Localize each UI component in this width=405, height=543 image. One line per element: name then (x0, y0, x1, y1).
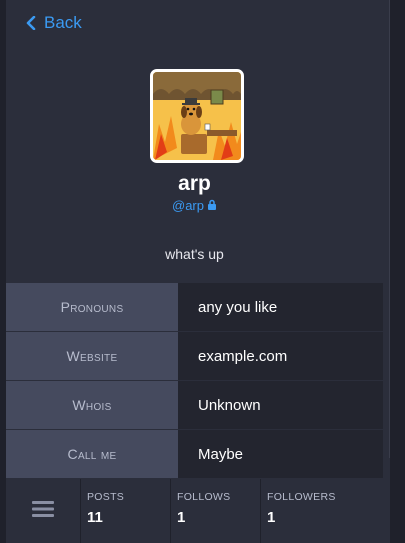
stat-label: FOLLOWS (177, 491, 231, 503)
lock-icon (207, 198, 217, 213)
stat-posts[interactable]: POSTS 11 (81, 479, 171, 543)
field-name: Website (6, 332, 178, 380)
handle-text: @arp (172, 198, 204, 213)
profile-fields: Pronouns any you like Website example.co… (6, 283, 383, 479)
field-value: example.com (178, 332, 383, 380)
user-handle[interactable]: @arp (6, 198, 383, 213)
menu-button[interactable] (6, 479, 81, 543)
field-row-whois: Whois Unknown (6, 381, 383, 430)
field-name: Pronouns (6, 283, 178, 331)
stat-followers[interactable]: FOLLOWERS 1 (261, 479, 380, 543)
profile-bio: what's up (165, 246, 224, 262)
field-value: Maybe (178, 430, 383, 478)
profile-stats: POSTS 11 FOLLOWS 1 FOLLOWERS 1 (6, 479, 390, 543)
field-name: Call me (6, 430, 178, 478)
stat-label: POSTS (87, 491, 125, 503)
back-button[interactable]: Back (26, 13, 82, 33)
field-name: Whois (6, 381, 178, 429)
hamburger-menu-icon (32, 500, 54, 522)
stat-label: FOLLOWERS (267, 491, 336, 503)
scrollbar[interactable] (389, 0, 390, 458)
display-name: arp (178, 172, 211, 195)
profile-panel: Back arp @arp what's up Pronouns any you… (6, 0, 390, 543)
stat-count: 1 (267, 509, 276, 526)
stat-follows[interactable]: FOLLOWS 1 (171, 479, 261, 543)
field-value: any you like (178, 283, 383, 331)
chevron-left-icon (26, 16, 36, 30)
field-row-pronouns: Pronouns any you like (6, 283, 383, 332)
field-row-website: Website example.com (6, 332, 383, 381)
field-row-call-me: Call me Maybe (6, 430, 383, 479)
stat-count: 11 (87, 509, 103, 526)
back-label: Back (44, 13, 82, 32)
stat-count: 1 (177, 509, 186, 526)
field-value: Unknown (178, 381, 383, 429)
avatar[interactable] (150, 69, 244, 163)
